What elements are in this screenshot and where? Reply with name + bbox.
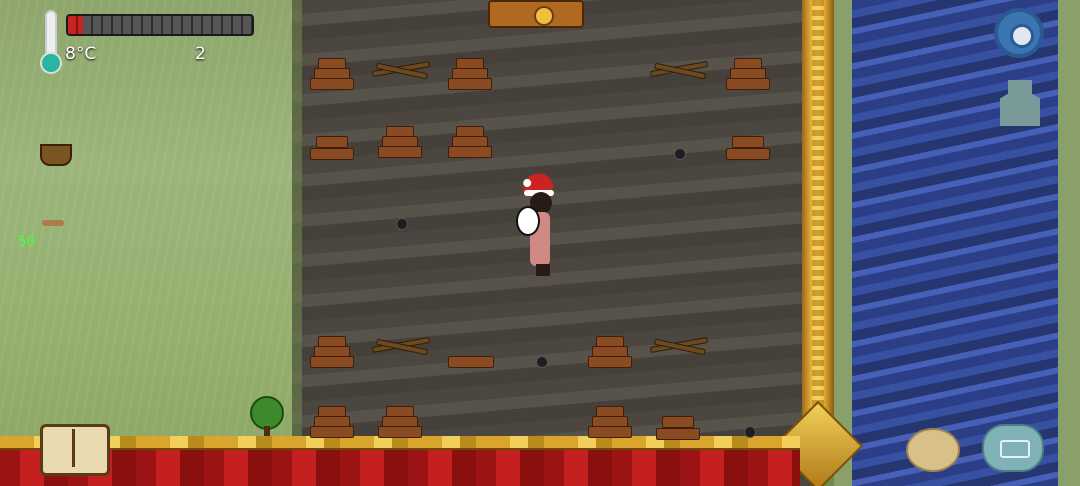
basket-object[interactable] <box>40 144 72 166</box>
debug-number-label: 50 <box>18 234 35 250</box>
keyboard-icon[interactable] <box>982 424 1044 472</box>
adobe-brick-pile[interactable] <box>310 58 354 92</box>
health-bar <box>66 14 254 36</box>
thermometer-icon <box>38 10 62 74</box>
game-scene[interactable]: 50 <box>0 0 1080 486</box>
health-bar-empty <box>82 16 252 34</box>
round-stone[interactable] <box>744 426 756 438</box>
adobe-brick-pile[interactable] <box>726 58 770 92</box>
small-log-object[interactable] <box>42 220 64 226</box>
adobe-brick-pile[interactable] <box>656 410 700 444</box>
gear-icon[interactable] <box>994 8 1044 58</box>
health-bar-fill <box>68 16 83 34</box>
held-count: 2 <box>195 44 206 64</box>
round-stone[interactable] <box>536 356 548 368</box>
potato-emote-icon[interactable] <box>906 428 960 472</box>
temperature-readout: 8°C <box>65 44 97 64</box>
adobe-brick-pile[interactable] <box>726 130 770 164</box>
adobe-brick-pile[interactable] <box>378 126 422 160</box>
single-adobe-brick[interactable] <box>448 356 494 368</box>
adobe-brick-pile[interactable] <box>448 126 492 160</box>
adobe-brick-pile[interactable] <box>448 58 492 92</box>
round-stone[interactable] <box>674 148 686 160</box>
golden-pillar <box>802 0 834 440</box>
cart-wheel <box>534 6 554 26</box>
kindling-sticks[interactable] <box>649 336 709 356</box>
river-water <box>852 0 1080 486</box>
book-icon[interactable] <box>40 424 110 476</box>
kindling-sticks[interactable] <box>371 60 431 80</box>
round-stone[interactable] <box>396 218 408 230</box>
player-character[interactable] <box>514 169 562 282</box>
panda-plush-held <box>516 206 540 236</box>
adobe-brick-pile[interactable] <box>310 336 354 370</box>
adobe-brick-pile[interactable] <box>588 406 632 440</box>
adobe-brick-pile[interactable] <box>378 406 422 440</box>
kindling-sticks[interactable] <box>649 60 709 80</box>
handcart-object[interactable] <box>488 0 584 28</box>
kindling-sticks[interactable] <box>371 336 431 356</box>
adobe-brick-pile[interactable] <box>310 406 354 440</box>
small-tree-object[interactable] <box>250 396 284 436</box>
adobe-brick-pile[interactable] <box>310 130 354 164</box>
player-legs <box>536 264 550 276</box>
grass-field-right <box>1058 0 1080 486</box>
adobe-brick-pile[interactable] <box>588 336 632 370</box>
